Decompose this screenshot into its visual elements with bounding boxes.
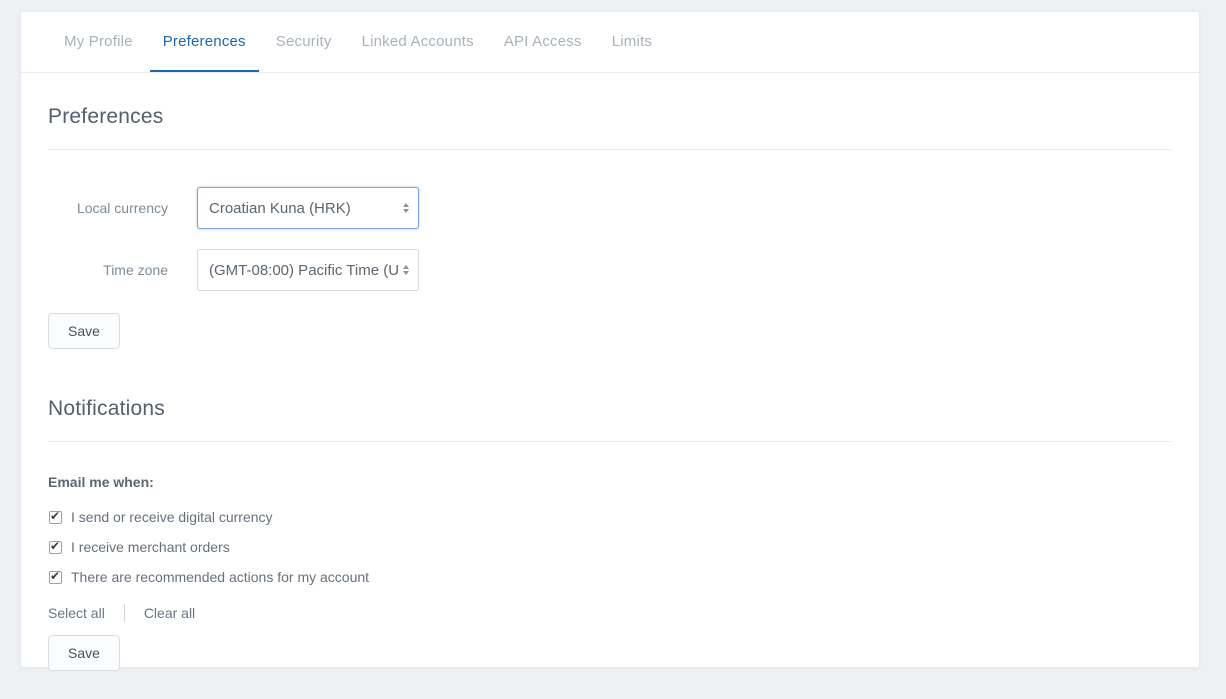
notifications-section-title: Notifications [48,397,1172,421]
bulk-select-links: Select all Clear all [48,604,1172,622]
tab-preferences[interactable]: Preferences [150,12,259,72]
merchant-orders-checkbox[interactable] [49,541,62,554]
tab-api-access[interactable]: API Access [491,12,595,72]
notifications-save-button[interactable]: Save [48,635,120,671]
tab-linked-accounts[interactable]: Linked Accounts [349,12,487,72]
settings-card: My Profile Preferences Security Linked A… [20,11,1200,668]
notifications-divider [48,441,1172,442]
time-zone-row: Time zone (GMT-08:00) Pacific Time (US [48,249,1172,291]
local-currency-select[interactable]: Croatian Kuna (HRK) [197,187,419,229]
local-currency-row: Local currency Croatian Kuna (HRK) [48,187,1172,229]
tab-limits[interactable]: Limits [599,12,665,72]
local-currency-label: Local currency [48,200,168,216]
preferences-form: Local currency Croatian Kuna (HRK) Time … [48,187,1172,291]
checkbox-row-recommended-actions: There are recommended actions for my acc… [48,569,1172,585]
clear-all-link[interactable]: Clear all [144,605,195,621]
select-stepper-icon [403,265,409,275]
email-me-when-label: Email me when: [48,474,1172,490]
time-zone-select[interactable]: (GMT-08:00) Pacific Time (US [197,249,419,291]
tab-security[interactable]: Security [263,12,345,72]
select-stepper-icon [403,203,409,213]
time-zone-label: Time zone [48,262,168,278]
preferences-section-title: Preferences [48,105,1172,129]
preferences-divider [48,149,1172,150]
checkbox-label: I send or receive digital currency [71,509,273,525]
checkbox-row-merchant-orders: I receive merchant orders [48,539,1172,555]
preferences-save-button[interactable]: Save [48,313,120,349]
time-zone-value: (GMT-08:00) Pacific Time (US [209,262,399,279]
tab-my-profile[interactable]: My Profile [51,12,146,72]
checkbox-label: I receive merchant orders [71,539,230,555]
link-separator [124,604,125,622]
recommended-actions-checkbox[interactable] [49,571,62,584]
checkbox-label: There are recommended actions for my acc… [71,569,369,585]
notification-checkbox-list: I send or receive digital currency I rec… [48,509,1172,585]
settings-tabbar: My Profile Preferences Security Linked A… [21,12,1199,73]
digital-currency-checkbox[interactable] [49,511,62,524]
local-currency-value: Croatian Kuna (HRK) [209,200,399,217]
checkbox-row-digital-currency: I send or receive digital currency [48,509,1172,525]
select-all-link[interactable]: Select all [48,605,105,621]
